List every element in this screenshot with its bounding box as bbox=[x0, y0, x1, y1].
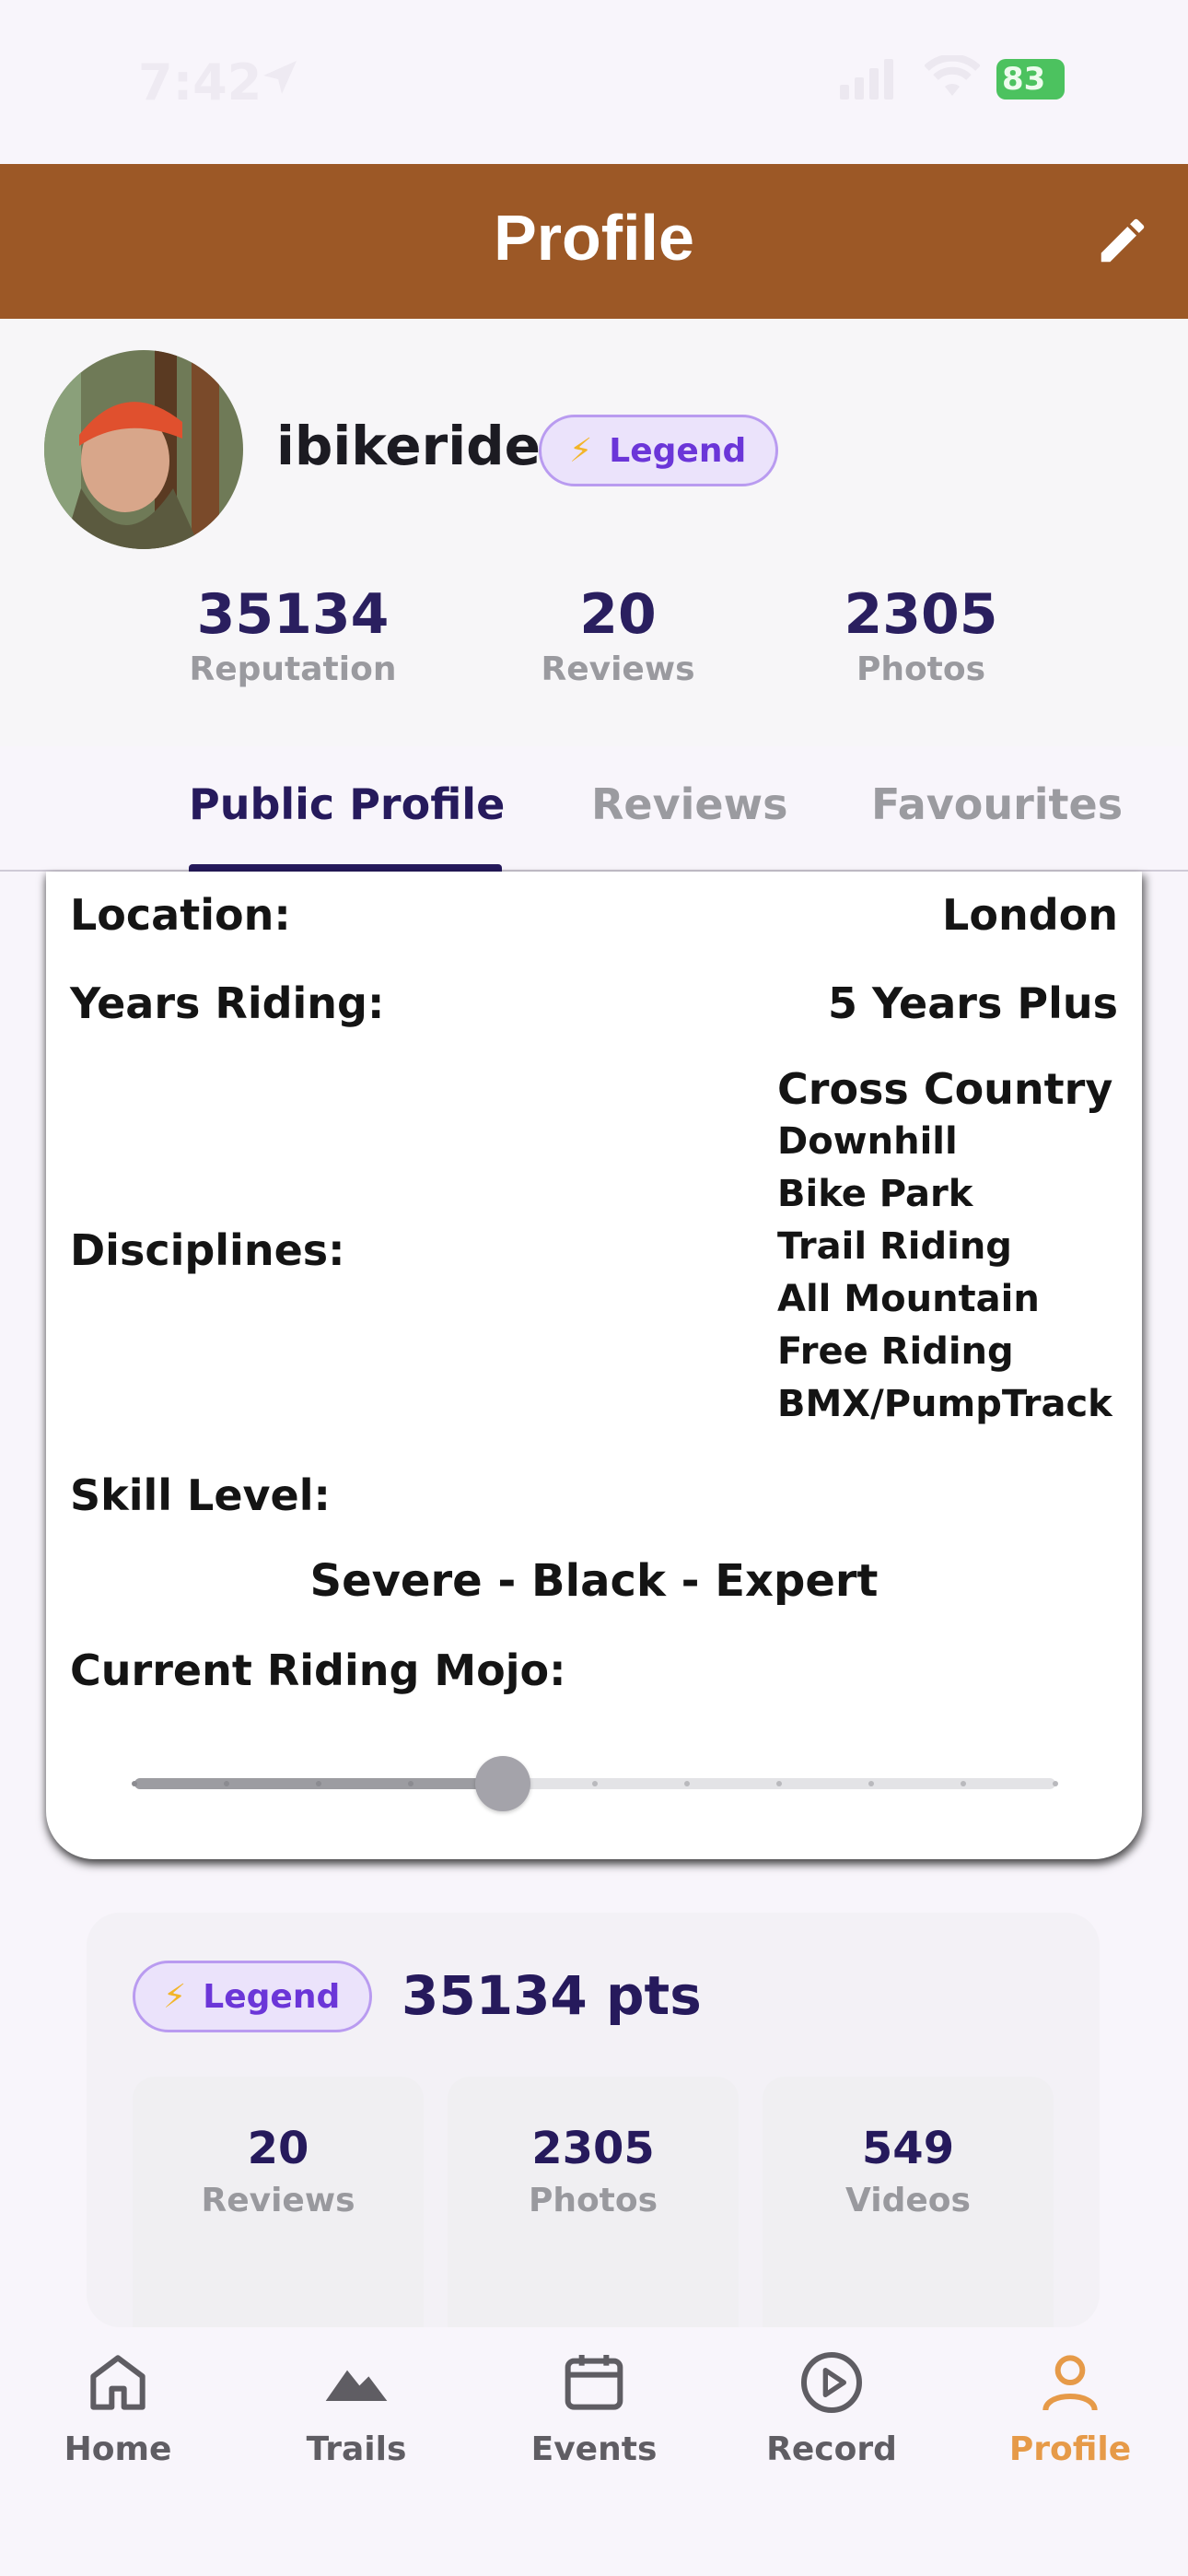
discipline-item: BMX/PumpTrack bbox=[777, 1383, 1112, 1425]
riding-mojo-slider[interactable] bbox=[132, 1756, 1058, 1811]
stat-label: Reputation bbox=[189, 650, 397, 688]
badge-label: Legend bbox=[609, 431, 747, 470]
avatar[interactable] bbox=[44, 350, 243, 549]
stat-photos: 2305 Photos bbox=[820, 582, 1022, 688]
lightning-icon: ⚡ bbox=[163, 1977, 187, 2016]
status-bar: 7:42 83 bbox=[0, 0, 1188, 164]
slider-tick bbox=[316, 1781, 321, 1786]
nav-profile[interactable]: Profile bbox=[978, 2346, 1162, 2468]
username: ibikeride bbox=[276, 415, 541, 477]
stat-label: Photos bbox=[528, 2182, 658, 2219]
stat-reputation: 35134 Reputation bbox=[182, 582, 403, 688]
home-icon bbox=[90, 2355, 146, 2410]
tab-indicator bbox=[189, 864, 502, 872]
stat-label: Reviews bbox=[201, 2182, 355, 2219]
stat-label: Reviews bbox=[541, 650, 695, 688]
years-riding-label: Years Riding: bbox=[70, 978, 385, 1028]
discipline-item: All Mountain bbox=[777, 1278, 1040, 1320]
tab-favourites[interactable]: Favourites bbox=[871, 779, 1123, 829]
location-label: Location: bbox=[70, 890, 291, 940]
calendar-icon bbox=[565, 2355, 623, 2410]
stat-value: 2305 bbox=[531, 2123, 655, 2174]
points-total: 35134 pts bbox=[402, 1964, 702, 2027]
tab-public-profile[interactable]: Public Profile bbox=[189, 779, 505, 829]
location-arrow-icon bbox=[263, 61, 297, 94]
slider-tick bbox=[132, 1781, 137, 1786]
stat-label: Photos bbox=[856, 650, 986, 688]
slider-tick bbox=[868, 1781, 874, 1786]
stat-value: 35134 bbox=[196, 582, 390, 647]
tab-reviews[interactable]: Reviews bbox=[591, 779, 787, 829]
lightning-icon: ⚡ bbox=[569, 431, 593, 470]
slider-tick bbox=[684, 1781, 690, 1786]
years-riding-value: 5 Years Plus bbox=[827, 978, 1118, 1028]
stat-value: 2305 bbox=[844, 582, 998, 647]
nav-home[interactable]: Home bbox=[26, 2346, 210, 2468]
slider-tick bbox=[592, 1781, 598, 1786]
battery-indicator: 83 bbox=[996, 59, 1065, 100]
stat-value: 20 bbox=[247, 2123, 309, 2174]
nav-trails[interactable]: Trails bbox=[264, 2346, 448, 2468]
nav-label: Record bbox=[766, 2430, 897, 2468]
discipline-item: Free Riding bbox=[777, 1330, 1014, 1373]
status-time: 7:42 bbox=[138, 53, 262, 111]
page-title: Profile bbox=[494, 202, 694, 274]
mountains-icon bbox=[325, 2370, 388, 2401]
mini-stat-videos: 549 Videos bbox=[763, 2077, 1054, 2353]
nav-events[interactable]: Events bbox=[502, 2346, 686, 2468]
nav-record[interactable]: Record bbox=[740, 2346, 924, 2468]
discipline-item: Downhill bbox=[777, 1120, 958, 1163]
points-card: ⚡ Legend 35134 pts 20 Reviews 2305 Photo… bbox=[87, 1913, 1100, 2353]
slider-tick bbox=[408, 1781, 413, 1786]
discipline-item: Trail Riding bbox=[777, 1225, 1012, 1268]
pencil-icon[interactable] bbox=[1094, 212, 1151, 269]
riding-mojo-label: Current Riding Mojo: bbox=[70, 1645, 566, 1695]
mini-stat-reviews: 20 Reviews bbox=[133, 2077, 424, 2353]
public-profile-card: Location: London Years Riding: 5 Years P… bbox=[46, 872, 1142, 1859]
signal-icon bbox=[840, 59, 893, 100]
discipline-item: Cross Country bbox=[777, 1064, 1113, 1114]
slider-tick bbox=[776, 1781, 782, 1786]
stat-value: 20 bbox=[579, 582, 657, 647]
stat-label: Videos bbox=[845, 2182, 971, 2219]
nav-label: Profile bbox=[1008, 2430, 1132, 2468]
skill-level-label: Skill Level: bbox=[70, 1470, 331, 1520]
slider-tick bbox=[1053, 1781, 1058, 1786]
disciplines-list: Cross Country Downhill Bike Park Trail R… bbox=[777, 1063, 1112, 1431]
discipline-item: Bike Park bbox=[777, 1173, 973, 1215]
slider-tick bbox=[224, 1781, 229, 1786]
slider-tick bbox=[961, 1781, 966, 1786]
slider-thumb[interactable] bbox=[475, 1756, 530, 1811]
avatar-photo bbox=[44, 350, 243, 549]
location-value: London bbox=[942, 890, 1118, 940]
badge-label: Legend bbox=[203, 1977, 341, 2016]
stat-value: 549 bbox=[861, 2123, 955, 2174]
legend-badge: ⚡ Legend bbox=[539, 415, 778, 486]
stat-reviews: 20 Reviews bbox=[521, 582, 715, 688]
bottom-navigation: Home Trails Events Record Profile bbox=[0, 2327, 1188, 2576]
app-header: Profile bbox=[0, 164, 1188, 319]
legend-badge: ⚡ Legend bbox=[133, 1961, 372, 2032]
skill-level-value: Severe - Black - Expert bbox=[309, 1555, 879, 1607]
profile-tabs: Public Profile Reviews Favourites bbox=[0, 746, 1188, 872]
mini-stat-photos: 2305 Photos bbox=[448, 2077, 739, 2353]
disciplines-label: Disciplines: bbox=[70, 1225, 345, 1275]
play-circle-icon bbox=[801, 2352, 862, 2413]
nav-label: Trails bbox=[306, 2430, 407, 2468]
nav-label: Events bbox=[530, 2430, 658, 2468]
wifi-icon bbox=[925, 55, 980, 96]
person-icon bbox=[1042, 2355, 1098, 2411]
nav-label: Home bbox=[64, 2430, 172, 2468]
